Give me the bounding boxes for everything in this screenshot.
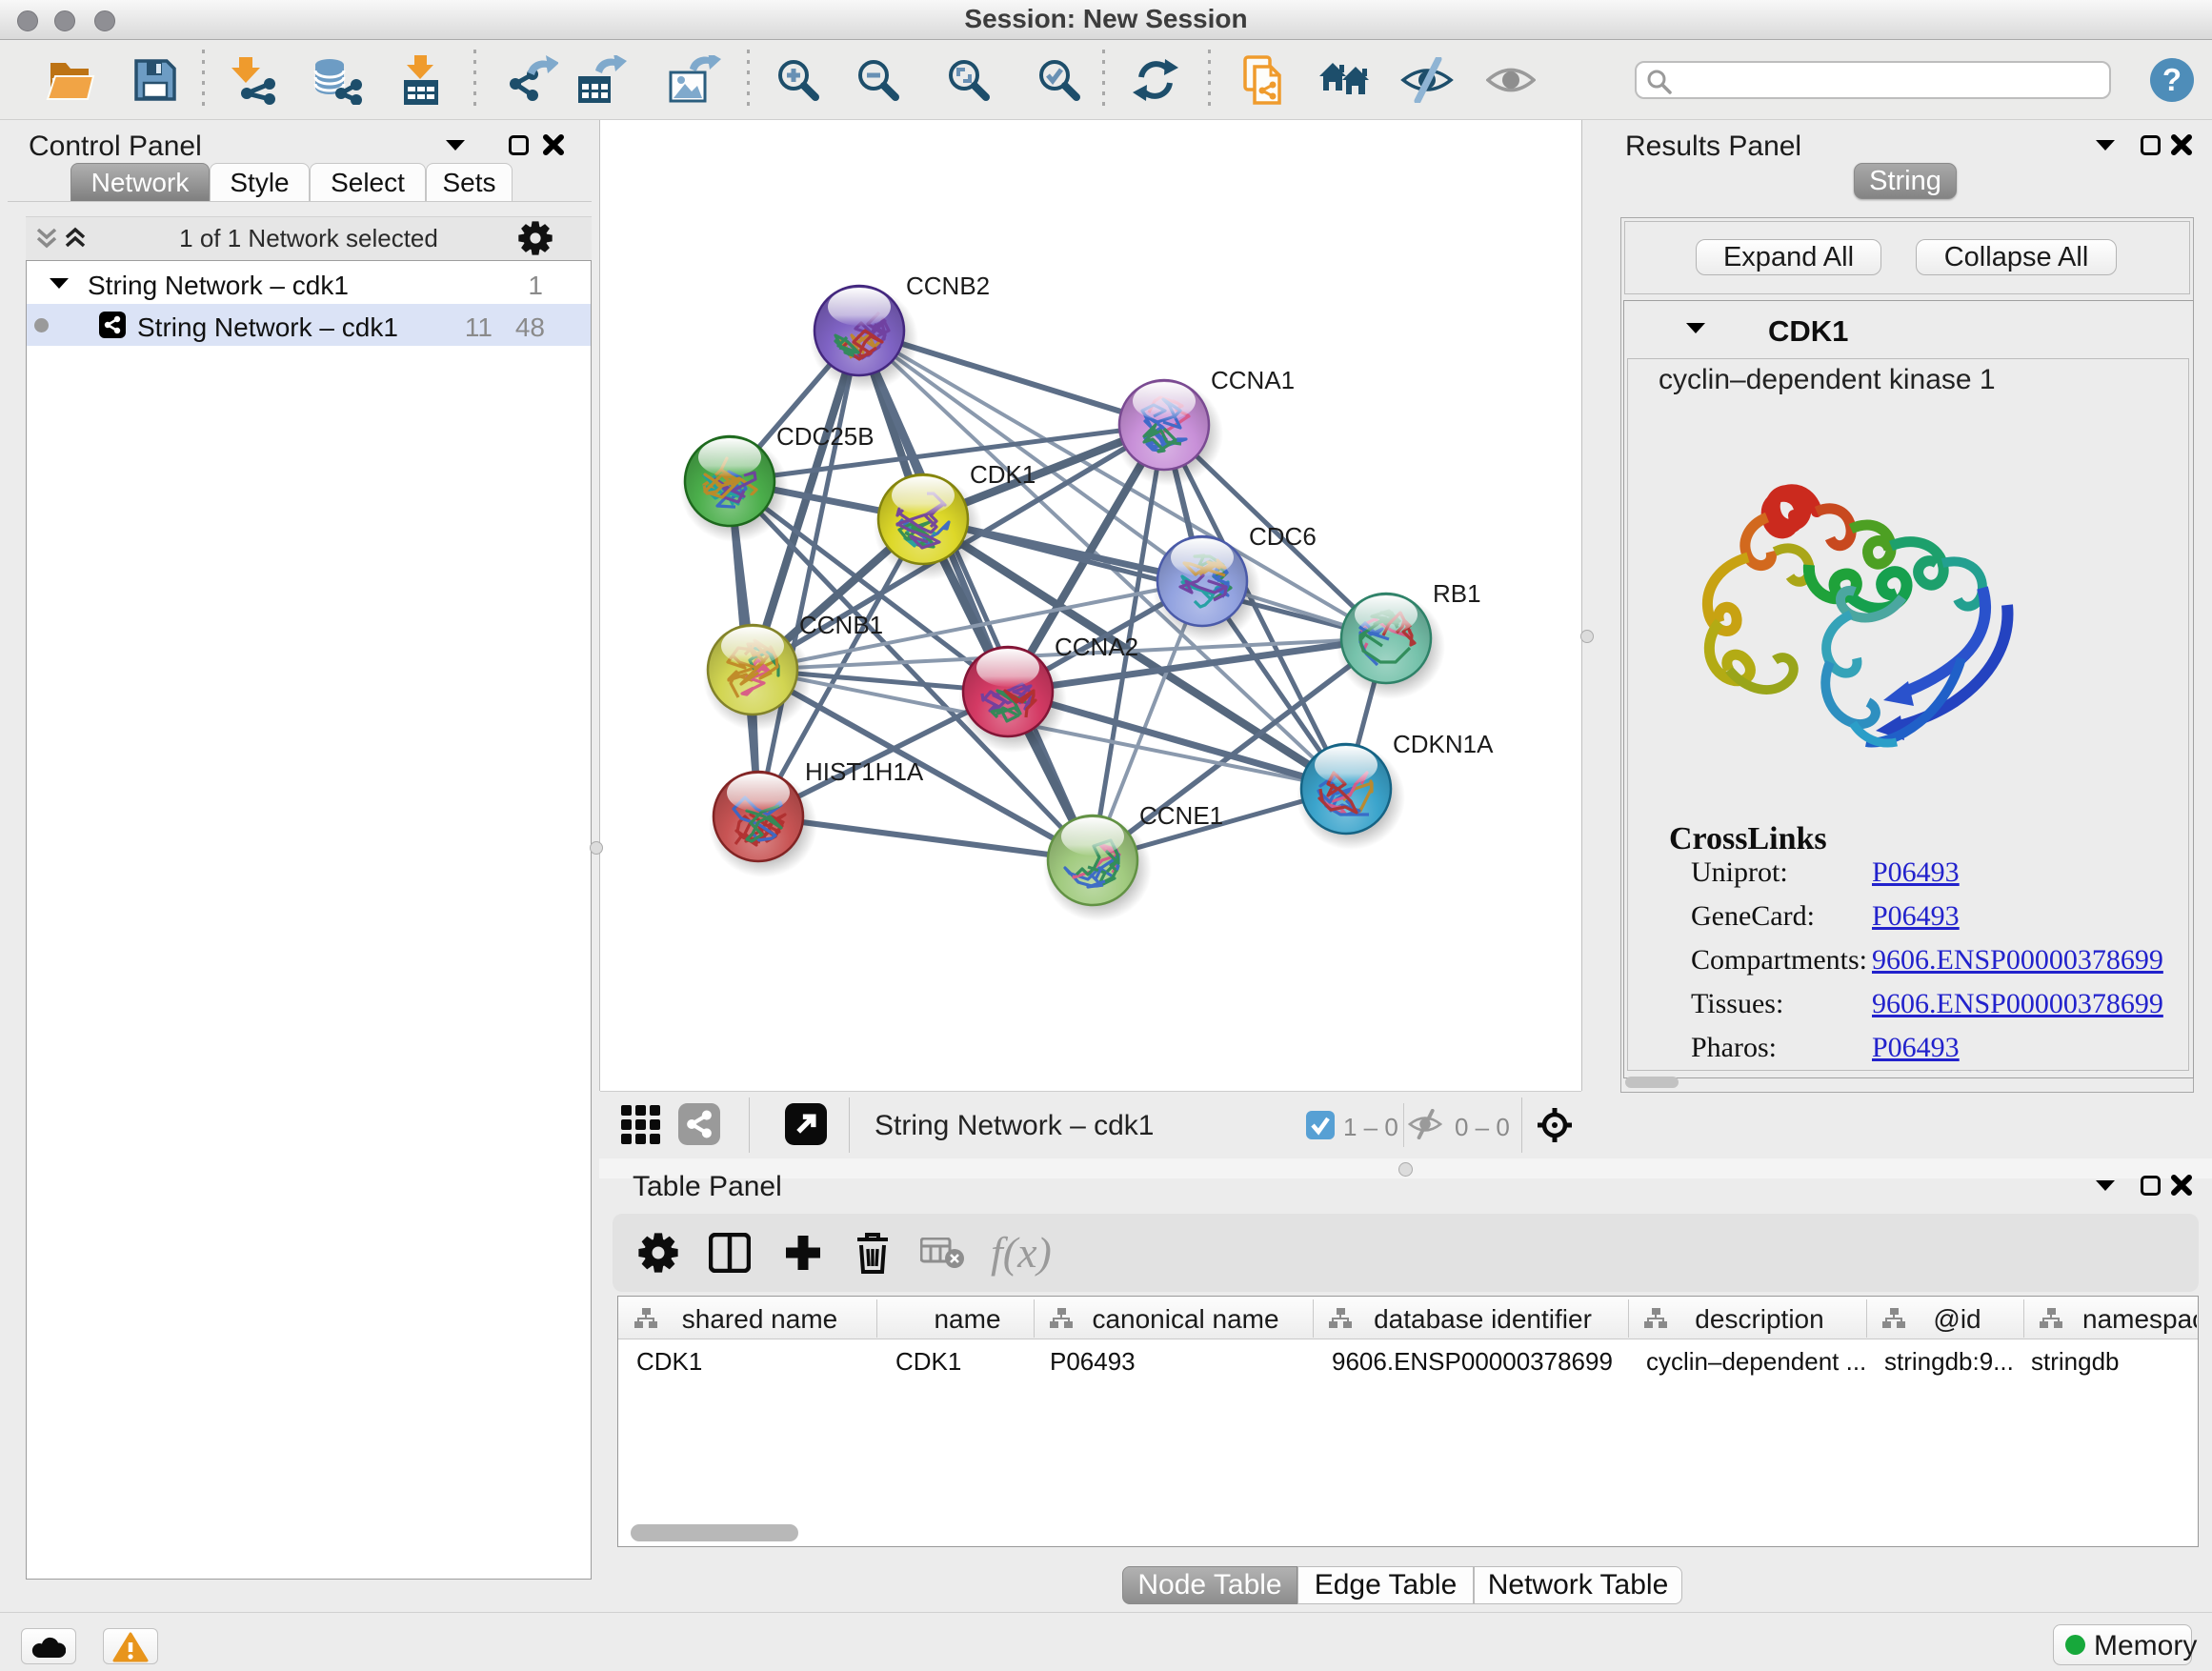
svg-text:CCNA1: CCNA1 xyxy=(1211,366,1295,394)
svg-text:RB1: RB1 xyxy=(1433,579,1481,608)
svg-text:CCNA2: CCNA2 xyxy=(1055,633,1138,661)
svg-text:CDKN1A: CDKN1A xyxy=(1393,730,1494,758)
svg-text:CCNB1: CCNB1 xyxy=(799,611,883,639)
svg-text:CDC25B: CDC25B xyxy=(776,422,875,451)
svg-text:CCNE1: CCNE1 xyxy=(1139,801,1223,830)
svg-text:CCNB2: CCNB2 xyxy=(906,272,990,300)
svg-text:CDK1: CDK1 xyxy=(970,460,1036,489)
svg-text:HIST1H1A: HIST1H1A xyxy=(805,757,924,786)
svg-text:CDC6: CDC6 xyxy=(1249,522,1317,551)
